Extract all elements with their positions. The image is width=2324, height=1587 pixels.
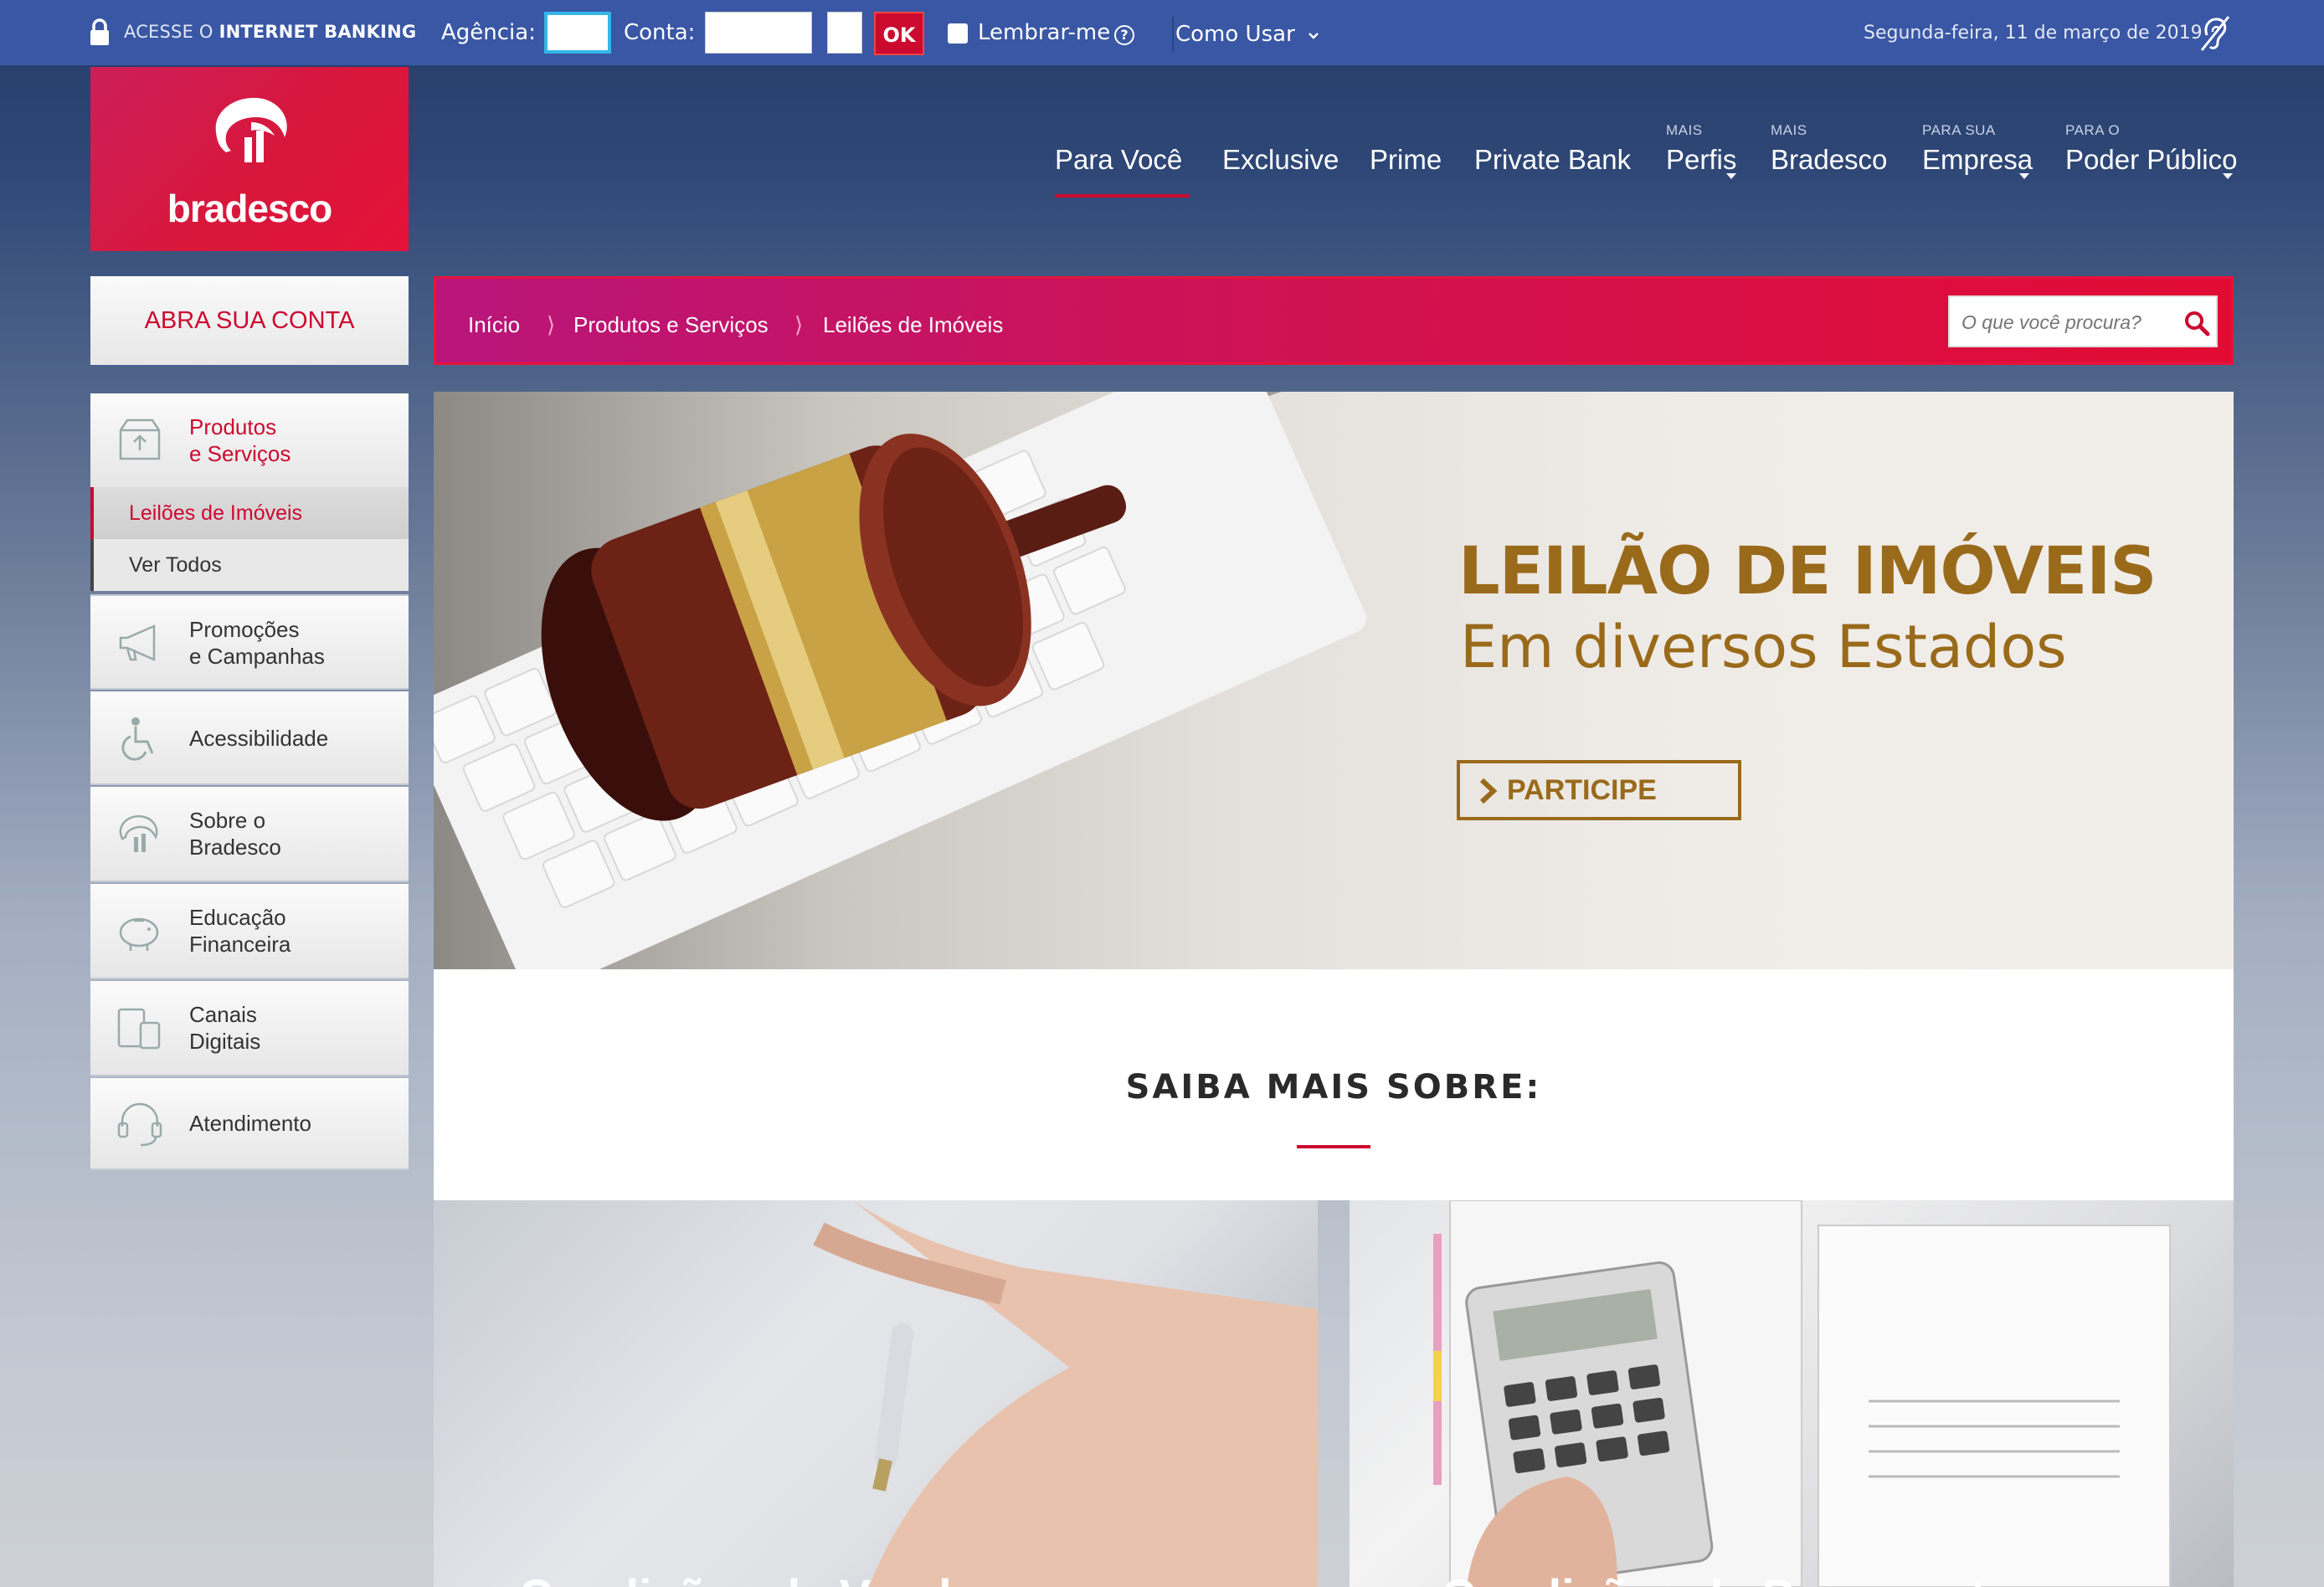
remember-label[interactable]: Lembrar-me <box>978 20 1110 45</box>
conta-input[interactable] <box>705 12 812 54</box>
sidebar-item-label: Bradesco <box>189 835 281 860</box>
nav-label: Poder Público <box>2065 144 2238 175</box>
main-nav: Para Você Exclusive Prime Private Bank M… <box>0 122 2324 201</box>
ok-button[interactable]: OK <box>874 12 924 55</box>
sidebar-item-atendimento[interactable]: Atendimento <box>90 1078 409 1170</box>
nav-active-indicator <box>1055 194 1189 198</box>
sidebar-item-label: Canais <box>189 1002 257 1027</box>
internet-banking-link[interactable]: ACESSE O INTERNET BANKING <box>124 22 416 42</box>
search-input[interactable] <box>1962 309 2171 336</box>
card-condicoes-pagamento[interactable]: Condições de Pagamento <box>1350 1200 2234 1587</box>
search-box[interactable] <box>1948 295 2218 347</box>
bradesco-logo-icon <box>119 814 158 852</box>
breadcrumb-leiloes[interactable]: Leilões de Imóveis <box>823 312 1003 338</box>
hero-subtitle: Em diversos Estados <box>1460 613 2067 681</box>
wheelchair-icon <box>121 717 154 761</box>
gavel-keyboard-image <box>434 392 1366 969</box>
nav-small-label: MAIS <box>1666 122 1703 138</box>
sidebar-item-label: Promoções <box>189 617 300 642</box>
sidebar-item-canais[interactable]: Canais Digitais <box>90 981 409 1076</box>
breadcrumb-separator: ⟩ <box>794 312 804 337</box>
breadcrumb-inicio[interactable]: Início <box>468 312 520 338</box>
open-account-button[interactable]: ABRA SUA CONTA <box>90 276 409 365</box>
saiba-mais-section: SAIBA MAIS SOBRE: <box>434 969 2234 1200</box>
hand-writing-image <box>813 1200 1318 1587</box>
hero-title: LEILÃO DE IMÓVEIS <box>1458 534 2157 609</box>
como-usar-label: Como Usar <box>1175 22 1295 47</box>
breadcrumb-produtos[interactable]: Produtos e Serviços <box>573 312 769 338</box>
nav-label: Para Você <box>1055 144 1183 175</box>
conta-digit-input[interactable] <box>827 12 862 54</box>
sidebar-item-label: Financeira <box>189 932 291 957</box>
sidebar-item-educacao[interactable]: Educação Financeira <box>90 884 409 979</box>
sidebar-item-promocoes[interactable]: Promoções e Campanhas <box>90 594 409 690</box>
como-usar-dropdown[interactable]: Como Usar <box>1175 22 1320 47</box>
nav-small-label: PARA O <box>2065 122 2121 138</box>
nav-label: Prime <box>1370 144 1442 175</box>
hearing-icon[interactable] <box>2195 13 2234 54</box>
nav-small-label: PARA SUA <box>1922 122 1996 138</box>
chevron-right-icon <box>1479 778 1498 804</box>
caret-down-icon <box>2019 173 2029 179</box>
submenu-leiloes[interactable]: Leilões de Imóveis <box>90 487 409 539</box>
remember-checkbox[interactable] <box>948 23 968 44</box>
lock-icon <box>90 18 109 45</box>
search-icon[interactable] <box>2183 309 2211 337</box>
help-icon[interactable]: ? <box>1114 25 1134 45</box>
devices-icon <box>117 1008 161 1050</box>
chevron-down-icon <box>1309 33 1319 39</box>
nav-label: Private Bank <box>1474 144 1632 175</box>
caret-down-icon <box>1726 173 1736 179</box>
sidebar-item-produtos[interactable]: Produtos e Serviços <box>90 393 409 487</box>
sidebar-item-label: e Campanhas <box>189 644 325 669</box>
breadcrumb: Início ⟩ Produtos e Serviços ⟩ Leilões d… <box>434 276 2234 365</box>
hero-banner[interactable]: LEILÃO DE IMÓVEIS Em diversos Estados PA… <box>434 392 2234 969</box>
nav-label: Perfis <box>1666 144 1737 175</box>
internet-banking-prefix: ACESSE O <box>124 22 213 42</box>
agencia-input[interactable] <box>544 12 611 54</box>
sidebar-item-label: Acessibilidade <box>189 726 329 751</box>
submenu-ver-todos[interactable]: Ver Todos <box>90 539 409 591</box>
sidebar-item-label: Produtos <box>189 414 277 439</box>
nav-label: Exclusive <box>1222 144 1339 175</box>
sidebar-item-label: Educação <box>189 905 286 930</box>
nav-label: Bradesco <box>1771 144 1888 175</box>
caret-down-icon <box>2223 173 2233 179</box>
internet-banking-bold: INTERNET BANKING <box>219 22 417 42</box>
megaphone-icon <box>119 624 156 661</box>
participe-button[interactable]: PARTICIPE <box>1457 760 1741 820</box>
conta-label: Conta: <box>624 20 696 45</box>
headset-icon <box>117 1102 162 1147</box>
breadcrumb-separator: ⟩ <box>547 312 556 337</box>
submenu-label: Leilões de Imóveis <box>129 501 303 525</box>
nav-small-label: MAIS <box>1771 122 1807 138</box>
section-title: SAIBA MAIS SOBRE: <box>1125 1068 1542 1107</box>
sidebar-item-label: Atendimento <box>189 1111 311 1136</box>
section-title-underline <box>1297 1145 1370 1148</box>
sidebar-item-sobre[interactable]: Sobre o Bradesco <box>90 787 409 882</box>
card-condicoes-venda[interactable]: Condições de Venda <box>434 1200 1318 1587</box>
divider <box>1172 17 1174 52</box>
sidebar-item-label: Digitais <box>189 1029 261 1054</box>
current-date: Segunda-feira, 11 de março de 2019 <box>1864 23 2203 44</box>
calculator-invoice-image <box>1433 1200 2171 1587</box>
nav-label: Empresa <box>1922 144 2034 175</box>
sidebar-item-label: e Serviços <box>189 441 291 466</box>
piggy-bank-icon <box>119 917 159 951</box>
top-bar: ACESSE O INTERNET BANKING Agência: Conta… <box>0 0 2324 65</box>
submenu-label: Ver Todos <box>129 553 222 577</box>
agencia-label: Agência: <box>441 20 536 45</box>
participe-label: PARTICIPE <box>1507 774 1657 806</box>
box-icon <box>119 419 161 460</box>
sidebar-item-acessibilidade[interactable]: Acessibilidade <box>90 691 409 785</box>
sidebar-item-label: Sobre o <box>189 808 266 833</box>
card-title: Condições de Venda <box>519 1569 978 1587</box>
card-title: Condições de Pagamento <box>1442 1569 2015 1587</box>
